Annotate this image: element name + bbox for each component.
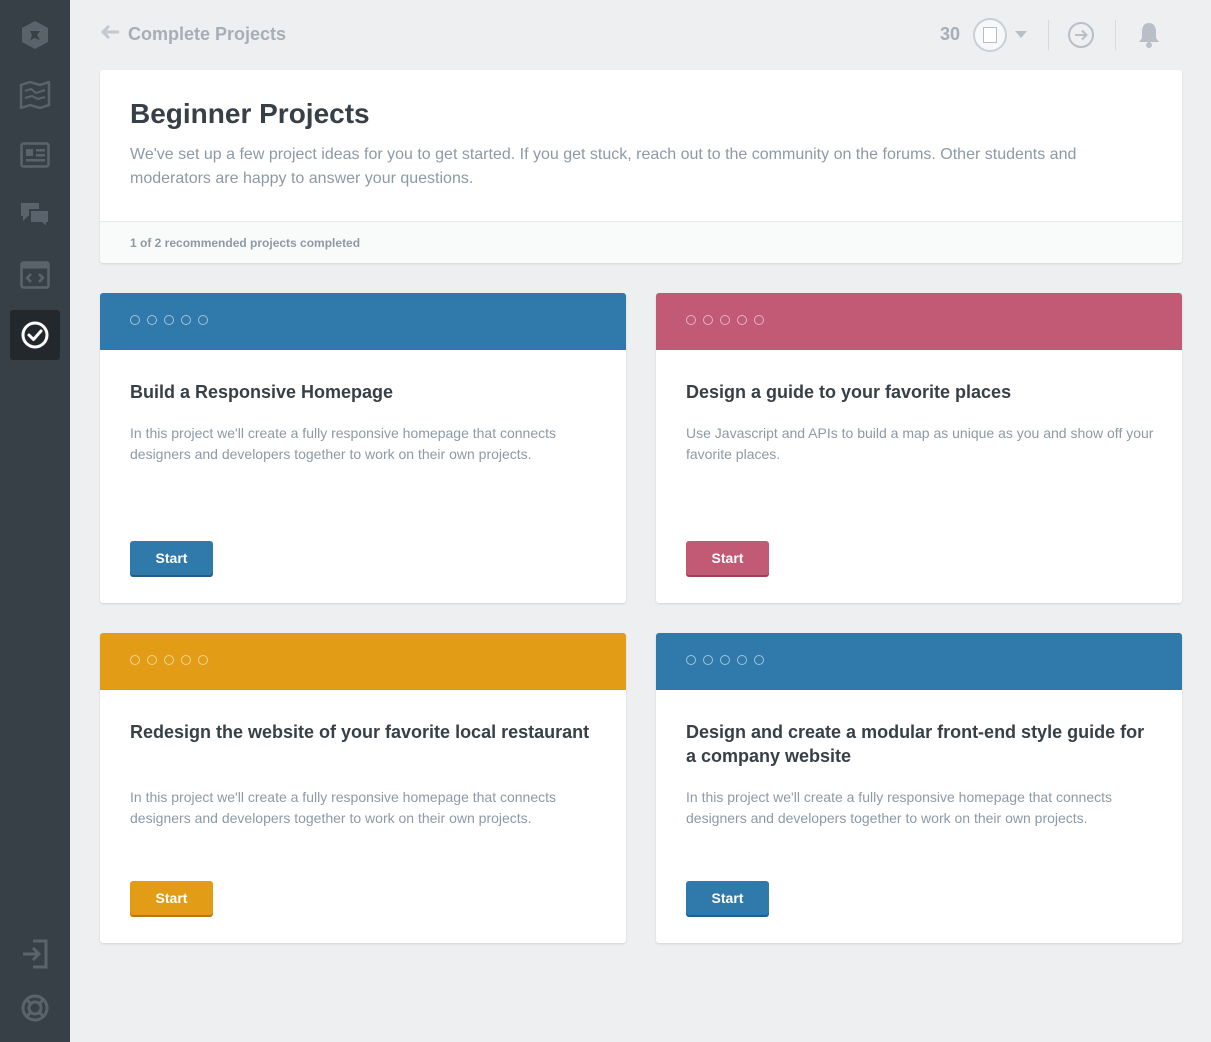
project-title: Redesign the website of your favorite lo… [130,722,590,742]
card-header [656,293,1182,350]
project-card: Design and create a modular front-end st… [656,633,1182,943]
code-icon[interactable] [10,250,60,300]
card-header [100,633,626,690]
start-button[interactable]: Start [130,541,213,575]
progress-dots [686,315,764,325]
sign-out-icon[interactable] [10,929,60,979]
treehouse-logo-icon[interactable] [10,10,60,60]
progress-dots [130,655,208,665]
start-button[interactable]: Start [130,881,213,915]
page-title: Beginner Projects [130,98,370,129]
project-title: Design a guide to your favorite places [686,382,1012,402]
forum-icon[interactable] [10,190,60,240]
projects-check-icon[interactable] [10,310,60,360]
card-header [656,633,1182,690]
project-card: Design a guide to your favorite places U… [656,293,1182,603]
sidebar [0,0,70,1042]
back-to-complete-projects-link[interactable]: Complete Projects [100,22,286,46]
intro-card: Beginner Projects We've set up a few pro… [100,70,1182,263]
start-button[interactable]: Start [686,881,769,915]
project-description: In this project we'll create a fully res… [686,789,1113,826]
project-card: Redesign the website of your favorite lo… [100,633,626,943]
progress-dots [686,655,764,665]
project-description: Use Javascript and APIs to build a map a… [686,425,1154,462]
bell-icon[interactable] [1134,20,1164,50]
broken-image-icon [983,27,997,43]
divider [1048,20,1049,50]
map-icon[interactable] [10,70,60,120]
project-description: In this project we'll create a fully res… [130,425,557,462]
avatar[interactable] [973,18,1007,52]
progress-dots [130,315,208,325]
start-button[interactable]: Start [686,541,769,575]
chevron-down-icon[interactable] [1015,31,1027,38]
support-icon[interactable] [10,983,60,1033]
back-link-label: Complete Projects [128,23,287,44]
card-header [100,293,626,350]
top-bar: Complete Projects 30 [70,0,1211,70]
project-description: In this project we'll create a fully res… [130,789,557,826]
project-title: Build a Responsive Homepage [130,382,394,402]
divider [1115,20,1116,50]
progress-text: 1 of 2 recommended projects completed [130,235,361,250]
project-title: Design and create a modular front-end st… [686,722,1145,766]
progress-summary: 1 of 2 recommended projects completed [100,221,1182,263]
project-card: Build a Responsive Homepage In this proj… [100,293,626,603]
intro-description: We've set up a few project ideas for you… [130,146,1077,187]
points-count: 30 [940,24,961,44]
arrow-circle-right-icon[interactable] [1066,20,1096,50]
library-icon[interactable] [10,130,60,180]
arrow-left-icon [100,24,120,45]
